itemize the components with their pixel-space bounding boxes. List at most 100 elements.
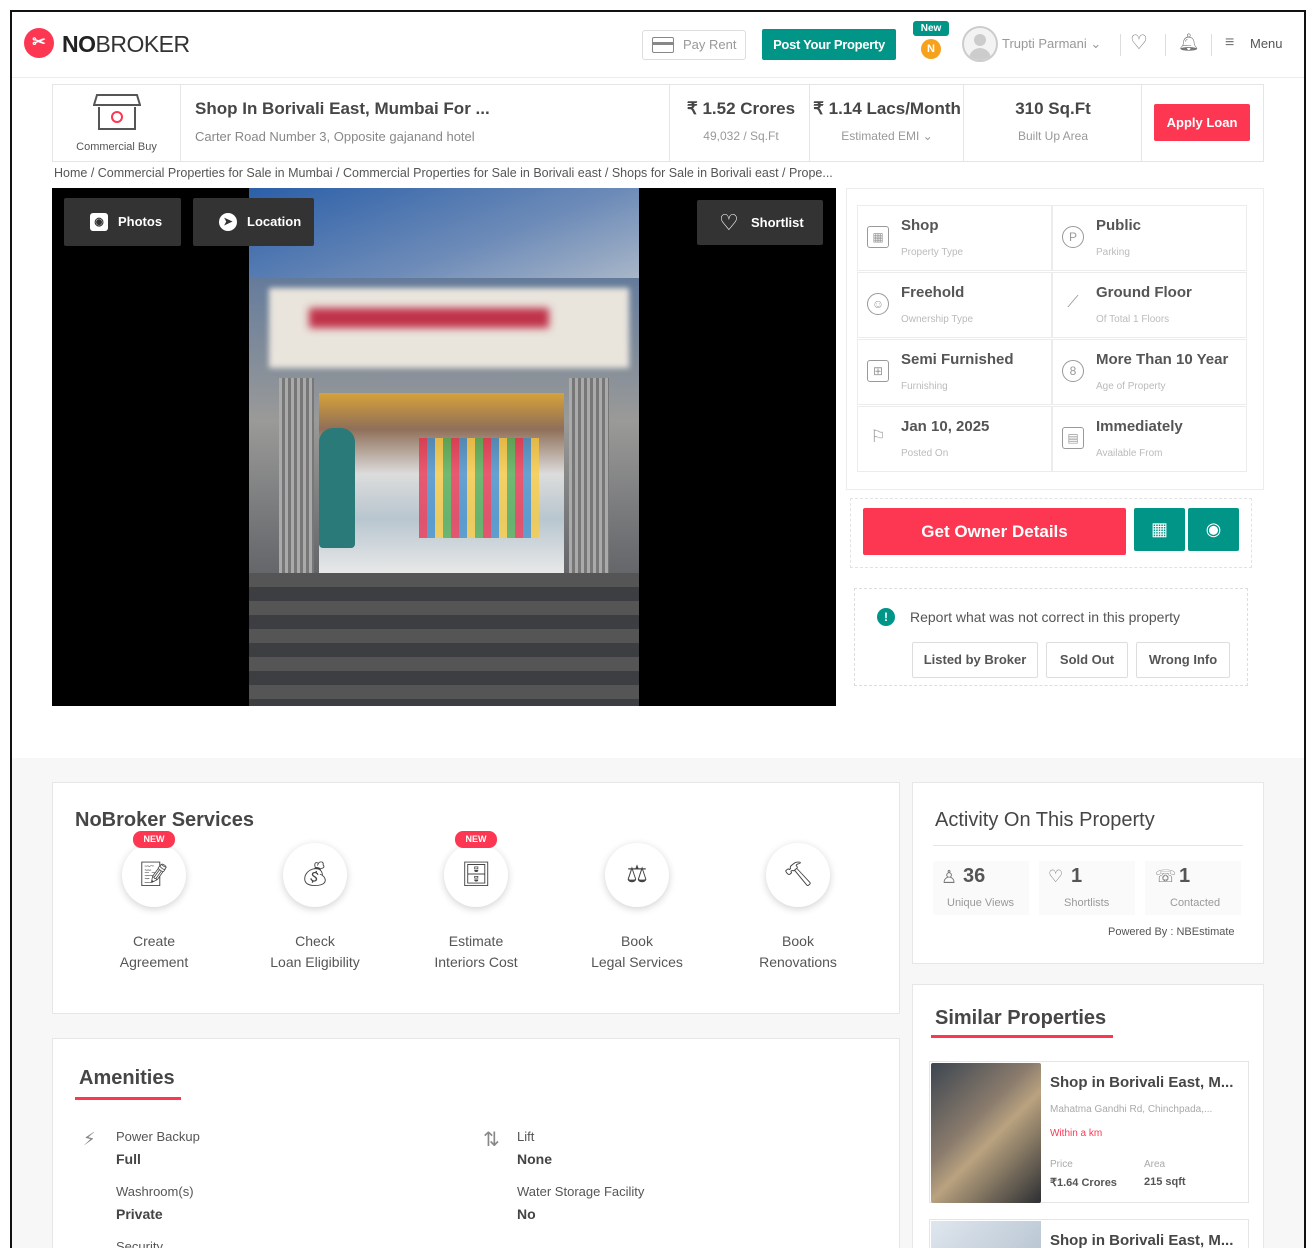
location-label: Location: [247, 214, 302, 229]
spec-value: Immediately: [1096, 418, 1183, 435]
user-icon: ♙: [941, 867, 958, 887]
chevron-down-icon: ⌄: [922, 129, 933, 143]
amenity-value: None: [517, 1151, 552, 1167]
similar-property-title[interactable]: Shop in Borivali East, M...: [1050, 1232, 1233, 1248]
property-photo[interactable]: [249, 188, 639, 706]
service-estimate-interiors[interactable]: NEW 🗄︎ Estimate Interiors Cost: [396, 831, 556, 973]
post-property-button[interactable]: Post Your Property: [762, 29, 896, 60]
spec-label: Age of Property: [1096, 381, 1166, 392]
similar-property-item[interactable]: Shop in Borivali East, M...: [929, 1219, 1249, 1248]
similar-property-title[interactable]: Shop in Borivali East, M...: [1050, 1074, 1233, 1091]
amenity-name: Lift: [517, 1129, 535, 1144]
pay-rent-button[interactable]: Pay Rent: [642, 30, 746, 60]
spec-posted-on: ⚐ Jan 10, 2025 Posted On: [857, 406, 1052, 472]
divider: [809, 85, 810, 161]
area-label: Built Up Area: [1017, 129, 1089, 143]
agreement-icon: 📝︎: [138, 861, 170, 888]
signboard: [269, 288, 629, 368]
photos-label: Photos: [118, 214, 163, 229]
heart-icon[interactable]: ♡: [1130, 32, 1148, 54]
user-menu[interactable]: Trupti Parmani ⌄: [1002, 36, 1101, 52]
similar-property-image[interactable]: [931, 1221, 1041, 1248]
location-button[interactable]: ➤ Location: [193, 198, 314, 246]
lower-section: NoBroker Services NEW 📝︎ Create Agreement…: [12, 758, 1304, 1248]
spec-ownership: ☺ Freehold Ownership Type: [857, 272, 1052, 338]
title-underline: [75, 1097, 181, 1100]
signboard-text-blur: [309, 308, 549, 328]
similar-property-item[interactable]: Shop in Borivali East, M... Mahatma Gand…: [929, 1061, 1249, 1203]
nb-coin-icon[interactable]: N: [921, 39, 941, 59]
bell-icon[interactable]: 🔔︎: [1178, 32, 1200, 54]
divider: [963, 85, 964, 161]
new-badge: New: [913, 21, 949, 36]
nobroker-services-card: NoBroker Services NEW 📝︎ Create Agreement…: [52, 782, 900, 1014]
spec-property-type: ▦ Shop Property Type: [857, 205, 1052, 271]
shortlists-count: 1: [1071, 865, 1083, 887]
spec-age: 8 More Than 10 Year Age of Property: [1052, 339, 1247, 405]
emi-label: Estimated EMI: [841, 129, 920, 143]
schedule-visit-button[interactable]: ▦: [1134, 508, 1185, 551]
chat-icon: ◉: [1205, 519, 1222, 539]
photos-button[interactable]: ◉ Photos: [64, 198, 181, 246]
report-wrong-info-button[interactable]: Wrong Info: [1136, 642, 1230, 678]
similar-property-area: 215 sqft: [1144, 1176, 1186, 1188]
new-badge: NEW: [133, 831, 175, 848]
similar-property-address: Mahatma Gandhi Rd, Chinchpada,...: [1050, 1104, 1213, 1115]
emi-dropdown[interactable]: Estimated EMI ⌄: [811, 129, 963, 143]
spec-label: Parking: [1096, 247, 1130, 258]
category-label: Commercial Buy: [76, 141, 157, 153]
shortlist-button[interactable]: ♡ Shortlist: [697, 200, 823, 245]
spec-parking: P Public Parking: [1052, 205, 1247, 271]
apply-loan-button[interactable]: Apply Loan: [1154, 104, 1250, 141]
user-avatar[interactable]: [962, 26, 998, 62]
brand-suffix: BROKER: [95, 31, 191, 57]
spec-value: Jan 10, 2025: [901, 418, 990, 435]
category-cell: Commercial Buy: [53, 85, 181, 161]
spec-label: Furnishing: [901, 381, 948, 392]
service-label: Book Legal Services: [591, 933, 683, 970]
building-icon: ▦: [867, 226, 889, 248]
phone-icon: ☏: [1155, 867, 1177, 886]
similar-property-image[interactable]: [931, 1063, 1041, 1203]
contacted-label: Contacted: [1170, 897, 1221, 909]
interiors-icon: 🗄︎: [460, 861, 492, 888]
powered-by: Powered By : NBEstimate: [1108, 926, 1235, 938]
user-name: Trupti Parmani: [1002, 36, 1087, 51]
services-title: NoBroker Services: [75, 809, 254, 831]
spec-value: More Than 10 Year: [1096, 351, 1229, 368]
shortlist-label: Shortlist: [751, 215, 804, 230]
owner-icon: ☺: [867, 293, 889, 315]
loan-icon: 💰︎: [299, 861, 331, 888]
chat-button[interactable]: ◉: [1188, 508, 1239, 551]
report-sold-out-button[interactable]: Sold Out: [1046, 642, 1128, 678]
service-create-agreement[interactable]: NEW 📝︎ Create Agreement: [74, 831, 234, 973]
get-owner-details-button[interactable]: Get Owner Details: [863, 508, 1126, 555]
built-up-area: 310 Sq.Ft: [1015, 99, 1091, 118]
nobroker-logo-icon[interactable]: ✂: [24, 28, 54, 58]
spec-available-from: ▤ Immediately Available From: [1052, 406, 1247, 472]
menu-button[interactable]: Menu: [1250, 36, 1283, 51]
service-label: Create Agreement: [119, 933, 189, 970]
service-label: Check Loan Eligibility: [270, 933, 360, 970]
lift-icon: ⇅: [483, 1129, 500, 1151]
heart-icon: ♡: [719, 210, 739, 235]
service-check-loan[interactable]: 💰︎ Check Loan Eligibility: [235, 843, 395, 973]
views-label: Unique Views: [947, 897, 1015, 909]
breadcrumb[interactable]: Home / Commercial Properties for Sale in…: [54, 166, 833, 180]
service-renovations[interactable]: 🔨︎ Book Renovations: [718, 843, 878, 973]
amenity-name: Power Backup: [116, 1129, 200, 1144]
price-label: Price: [1050, 1159, 1073, 1170]
service-legal[interactable]: ⚖︎ Book Legal Services: [557, 843, 717, 973]
brand-logo-text[interactable]: NOBROKER: [62, 31, 190, 58]
renovation-icon: 🔨︎: [782, 861, 814, 888]
divider: [1141, 85, 1142, 161]
hamburger-icon[interactable]: ≡: [1225, 32, 1234, 54]
service-label: Estimate Interiors Cost: [434, 933, 518, 970]
furnishing-icon: ⊞: [867, 360, 889, 382]
photo-gallery[interactable]: ◉ Photos ➤ Location ♡ Shortlist: [52, 188, 836, 706]
title-underline: [931, 1035, 1113, 1038]
views-count: 36: [963, 865, 986, 887]
report-listed-by-broker-button[interactable]: Listed by Broker: [912, 642, 1038, 678]
price-per-sqft: 49,032 / Sq.Ft: [703, 129, 779, 143]
age-icon: 8: [1062, 360, 1084, 382]
